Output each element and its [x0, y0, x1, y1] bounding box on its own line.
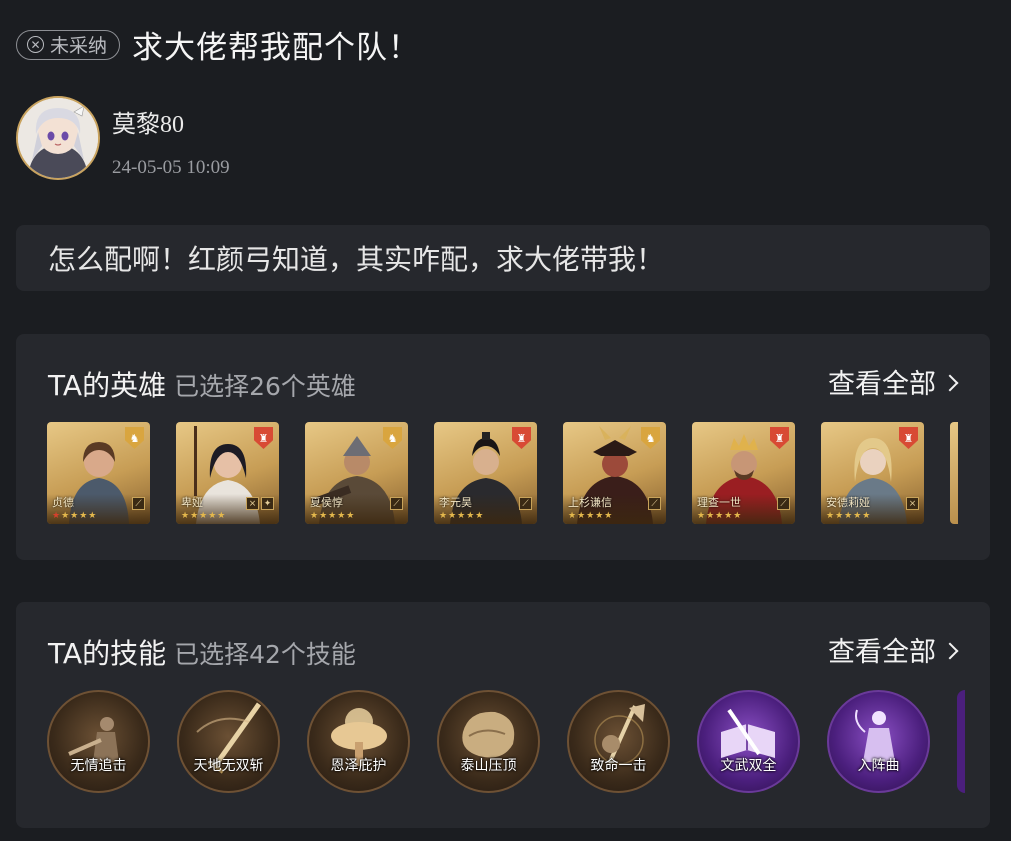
skills-view-all-button[interactable]: 查看全部: [828, 630, 959, 669]
hero-name: 卑娅: [181, 496, 203, 509]
tree-radiance-icon: [331, 708, 387, 766]
status-badge-label: 未采纳: [50, 35, 108, 57]
hero-card[interactable]: ♜ 卑娅 ★★★★★ ⨯ ✦: [176, 422, 279, 524]
skill-item[interactable]: 恩泽庇护: [307, 690, 410, 793]
skill-name: 致命一击: [590, 758, 647, 774]
hero-card[interactable]: ♞ 夏侯惇 ★★★★★ ⟋: [305, 422, 408, 524]
warrior-icon: [68, 717, 119, 762]
skill-item[interactable]: 文武双全: [697, 690, 800, 793]
weapon-type-icon: ⟋: [648, 497, 661, 510]
skill-name: 天地无双斩: [193, 758, 264, 774]
skill-name: 文武双全: [720, 758, 777, 774]
hero-stars: ★★★★★: [52, 511, 98, 521]
weapon-type-icon: ⟋: [519, 497, 532, 510]
skill-item[interactable]: 泰山压顶: [437, 690, 540, 793]
hero-card[interactable]: ♜ 安德莉娅 ★★★★★ ⨯: [821, 422, 924, 524]
weapon-type-icon: ⟋: [132, 497, 145, 510]
chevron-right-icon: [941, 642, 959, 659]
skill-item[interactable]: 致命一击: [567, 690, 670, 793]
hero-name: 上杉谦信: [568, 496, 612, 509]
hero-card[interactable]: ♜ 理查一世 ★★★★★ ⟋: [692, 422, 795, 524]
weapon-type-icon: ⨯: [246, 497, 259, 510]
question-text: 怎么配啊！红颜弓知道，其实咋配，求大佬带我！: [48, 243, 665, 276]
heroes-card-header: TA的英雄 已选择26个英雄: [48, 364, 356, 404]
close-circle-icon: ✕: [27, 36, 44, 53]
chevron-right-icon: [941, 374, 959, 391]
skills-section-subtitle: 已选择42个技能: [174, 640, 356, 669]
heroes-view-all-button[interactable]: 查看全部: [828, 362, 959, 401]
skill-type-icon: ✦: [261, 497, 274, 510]
hero-stars: ★★★★★: [826, 511, 872, 521]
dancer-icon: [855, 709, 895, 762]
hero-card-partial[interactable]: [950, 422, 958, 524]
skill-name: 泰山压顶: [460, 758, 517, 774]
boulder-icon: [462, 711, 515, 758]
hero-stars: ★★★★★: [439, 511, 485, 521]
author-name[interactable]: 莫黎80: [112, 104, 230, 139]
skills-view-all-label: 查看全部: [828, 637, 936, 668]
hero-stars: ★★★★★: [310, 511, 356, 521]
book-sword-icon: [721, 708, 775, 758]
author-info: 莫黎80 24-05-05 10:09: [112, 96, 230, 180]
skill-item[interactable]: 入阵曲: [827, 690, 930, 793]
skill-item-partial[interactable]: [957, 690, 965, 793]
hero-stars: ★★★★★: [568, 511, 614, 521]
status-badge: ✕ 未采纳: [16, 29, 121, 60]
skills-card: TA的技能 已选择42个技能 查看全部 无情追击 天地无双斩 恩泽庇护 泰山压顶…: [16, 602, 990, 828]
skill-name: 无情追击: [70, 758, 127, 774]
skill-name: 入阵曲: [857, 758, 900, 774]
hero-card[interactable]: ♞ 上杉谦信 ★★★★★ ⟋: [563, 422, 666, 524]
skills-section-title: TA的技能: [48, 637, 167, 670]
skill-name: 恩泽庇护: [330, 758, 387, 774]
skill-item[interactable]: 无情追击: [47, 690, 150, 793]
sword-slash-icon: [196, 702, 262, 774]
weapon-type-icon: ⟋: [390, 497, 403, 510]
weapon-type-icon: ⨯: [906, 497, 919, 510]
weapon-type-icon: ⟋: [777, 497, 790, 510]
hero-card[interactable]: ♜ 李元昊 ★★★★★ ⟋: [434, 422, 537, 524]
hero-stars: ★★★★★: [697, 511, 743, 521]
post-title: 求大佬帮我配个队！: [132, 30, 421, 66]
hero-list[interactable]: ♞ 贞德 ★★★★★ ⟋ ♜ 卑娅 ★★★★★ ⨯ ✦ ♞ 夏侯惇 ★★★★★ …: [47, 422, 958, 524]
author-block: 莫黎80 24-05-05 10:09: [16, 96, 230, 180]
heroes-section-subtitle: 已选择26个英雄: [174, 372, 356, 401]
hero-name: 夏侯惇: [310, 496, 343, 509]
skills-card-header: TA的技能 已选择42个技能: [48, 632, 356, 672]
heroes-view-all-label: 查看全部: [828, 369, 936, 400]
hero-name: 安德莉娅: [826, 496, 870, 509]
post-timestamp: 24-05-05 10:09: [112, 157, 230, 178]
hero-card[interactable]: ♞ 贞德 ★★★★★ ⟋: [47, 422, 150, 524]
axe-strike-icon: [594, 704, 645, 765]
heroes-card: TA的英雄 已选择26个英雄 查看全部 ♞ 贞德 ★★★★★ ⟋ ♜ 卑娅 ★★…: [16, 334, 990, 560]
skill-item[interactable]: 天地无双斩: [177, 690, 280, 793]
skill-list[interactable]: 无情追击 天地无双斩 恩泽庇护 泰山压顶 致命一击 文武双全 入阵曲: [47, 690, 965, 793]
hero-name: 理查一世: [697, 496, 741, 509]
hero-stars: ★★★★★: [181, 511, 227, 521]
post-header: ✕ 未采纳 求大佬帮我配个队！: [16, 22, 420, 67]
question-body: 怎么配啊！红颜弓知道，其实咋配，求大佬带我！: [16, 225, 990, 291]
hero-name: 贞德: [52, 496, 74, 509]
avatar[interactable]: [16, 96, 100, 180]
hero-name: 李元昊: [439, 496, 472, 509]
heroes-section-title: TA的英雄: [48, 369, 167, 402]
